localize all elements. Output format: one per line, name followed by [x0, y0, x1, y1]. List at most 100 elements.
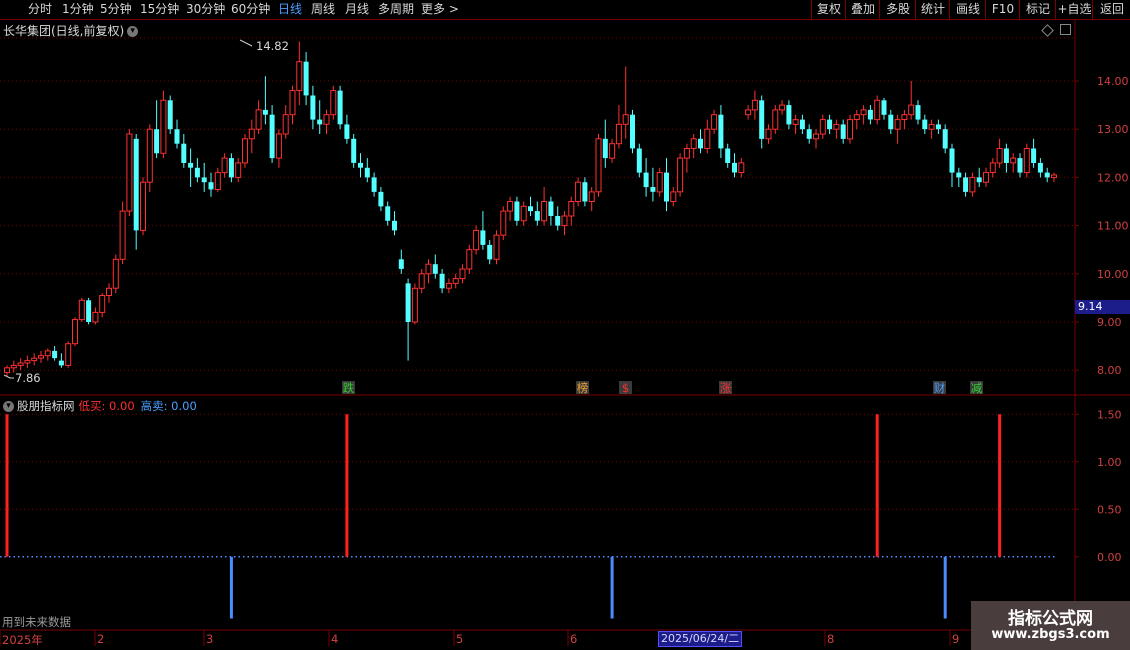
chevron-down-icon[interactable]: ▾ [3, 401, 14, 412]
watermark-url: www.zbgs3.com [991, 627, 1110, 642]
candle-body [371, 177, 377, 192]
candle-body [52, 350, 58, 359]
candle-body [806, 129, 812, 139]
high-sell-label: 高卖: 0.00 [140, 399, 197, 413]
event-badge: 榜 [577, 381, 589, 395]
candle-body [942, 129, 948, 149]
indicator-axis-label: 0.00 [1097, 551, 1122, 564]
candle-body [664, 172, 669, 202]
candle-body [548, 201, 554, 216]
candle-body [779, 104, 786, 111]
candle-body [956, 172, 962, 178]
price-axis-label: 14.00 [1097, 75, 1129, 88]
time-label: 9 [952, 632, 960, 646]
candle-body [174, 129, 180, 144]
candle-body [58, 360, 64, 366]
candle-body [167, 100, 173, 130]
candle-body [751, 99, 758, 111]
candle-body [677, 157, 684, 193]
candle-body [704, 128, 711, 149]
event-badge: 涨 [720, 381, 732, 395]
event-badge: $ [622, 381, 629, 395]
candle-body [976, 177, 982, 183]
time-label: 2025年 [2, 633, 43, 647]
candle-body [188, 162, 194, 168]
candle-body [630, 114, 635, 149]
candle-body [615, 123, 622, 145]
candle-body [24, 360, 31, 364]
candle-body [853, 114, 860, 120]
candle-body [833, 123, 840, 130]
candle-body [99, 295, 106, 313]
candle-body [86, 300, 92, 322]
candle-body [643, 172, 649, 188]
candle-body [221, 157, 228, 174]
candle-body [602, 138, 608, 159]
candle-body [928, 123, 935, 130]
candle-body [922, 119, 928, 130]
candle-body [44, 350, 51, 357]
kline-chart[interactable]: 14.00 13.00 12.00 11.00 10.00 9.00 8.00 14.82 7.… [0, 0, 1130, 650]
candle-body [500, 210, 507, 236]
cursor-date-label: 2025/06/24/二 [658, 631, 743, 647]
candle-body [418, 273, 425, 289]
candle-body [935, 124, 941, 130]
candle-body [330, 90, 337, 116]
candle-body [358, 162, 363, 168]
candle-body [323, 114, 330, 125]
candle-body [119, 210, 126, 260]
candle-body [881, 100, 887, 115]
candle-body [650, 187, 656, 192]
candle-body [1003, 148, 1009, 163]
candle-body [860, 109, 867, 116]
candle-body [690, 138, 697, 149]
candle-body [541, 201, 548, 222]
candle-body [1031, 148, 1037, 163]
candle-body [38, 355, 44, 359]
watermark: 指标公式网 www.zbgs3.com [971, 601, 1130, 650]
low-marker-line [3, 374, 14, 379]
candle-body [732, 162, 737, 173]
candle-body [275, 133, 282, 159]
candle-body [445, 282, 452, 289]
high-marker-label: 14.82 [256, 39, 289, 53]
candle-body [819, 119, 826, 135]
candle-body [439, 273, 445, 289]
candle-body [385, 206, 391, 221]
candle-body [126, 133, 133, 212]
watermark-title: 指标公式网 [1008, 609, 1093, 629]
time-label: 5 [456, 632, 464, 646]
candle-body [718, 114, 724, 149]
candle-body [425, 263, 432, 275]
candle-body [181, 143, 187, 163]
candle-body [160, 99, 167, 154]
candle-body [269, 114, 275, 159]
indicator-axis-label: 0.50 [1097, 503, 1122, 516]
candle-body [765, 128, 772, 140]
candle-body [786, 105, 792, 125]
candle-body [364, 167, 370, 178]
candle-body [683, 148, 690, 159]
indicator-title: ▾ 股朋指标网 低买: 0.00 高卖: 0.00 [3, 398, 197, 414]
candle-body [378, 191, 384, 207]
time-label: 2 [97, 632, 105, 646]
candle-body [969, 176, 976, 193]
candle-body [622, 114, 629, 125]
candle-body [65, 343, 72, 366]
indicator-name: 股朋指标网 [17, 399, 75, 413]
candle-body [398, 259, 404, 269]
candle-body [595, 138, 602, 193]
indicator-axis-label: 1.50 [1097, 408, 1122, 421]
candle-body [1051, 174, 1057, 178]
candle-body [996, 148, 1003, 164]
candle-body [112, 258, 119, 289]
candle-body [582, 182, 588, 202]
candle-body [208, 182, 214, 190]
candle-body [452, 278, 459, 284]
low-buy-label: 低买: 0.00 [78, 399, 135, 413]
candle-body [636, 148, 642, 173]
candle-body [874, 99, 881, 121]
price-axis-label: 13.00 [1097, 123, 1129, 136]
candle-body [827, 119, 833, 130]
candle-body [432, 264, 438, 274]
